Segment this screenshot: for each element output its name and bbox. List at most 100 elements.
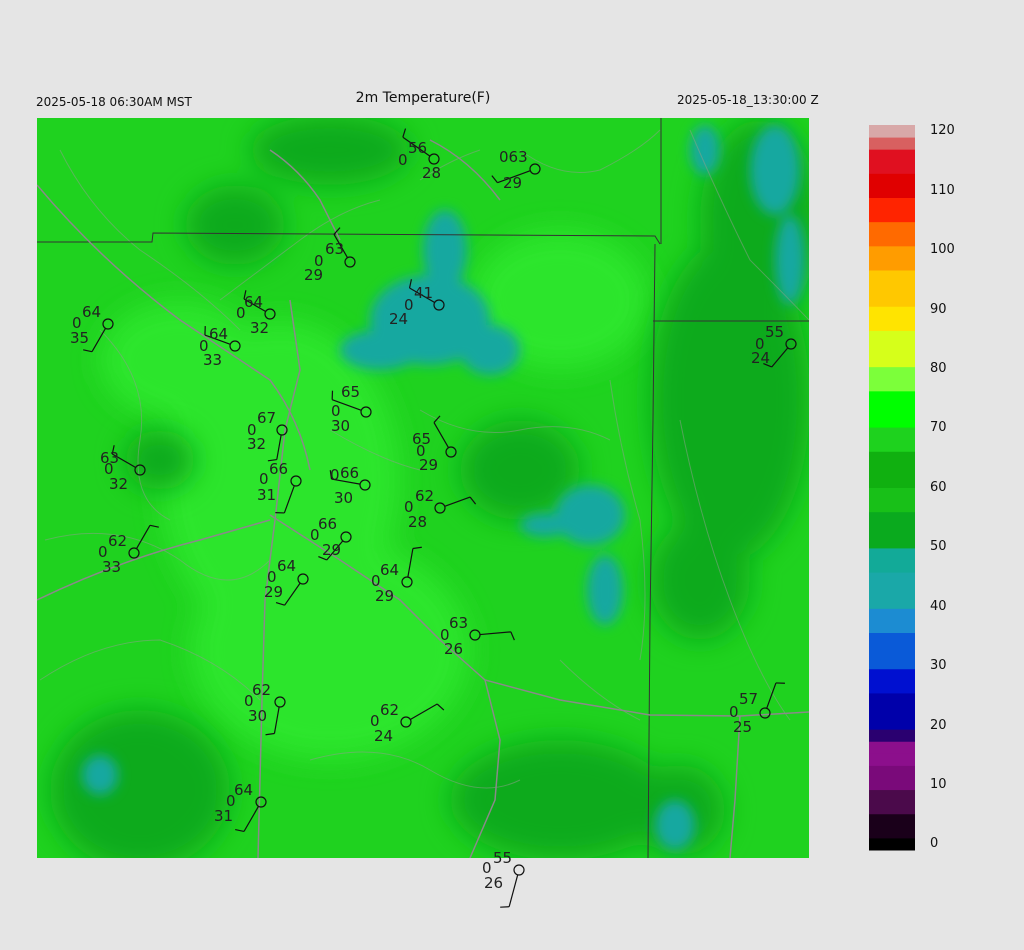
colorbar-band (869, 233, 915, 247)
colorbar-band (869, 294, 915, 307)
station-wind-speed: 0 (104, 460, 114, 478)
colorbar-band (869, 680, 915, 694)
colorbar-band (869, 692, 915, 706)
colorbar-band (869, 705, 915, 718)
colorbar-band (869, 789, 915, 803)
station-wind-speed: 0 (199, 337, 209, 355)
colorbar-tick-label: 70 (930, 420, 947, 435)
colorbar-band (869, 451, 915, 464)
colorbar-band (869, 330, 915, 343)
station-wind-speed: 0 (236, 304, 246, 322)
colorbar-band (869, 608, 915, 621)
station-temperature: 64 (234, 781, 253, 799)
colorbar-band (869, 221, 915, 235)
station-dewpoint: 29 (322, 541, 341, 559)
station-temperature: 64 (380, 561, 399, 579)
colorbar-band (869, 584, 915, 597)
colorbar-tick-label: 120 (930, 123, 955, 138)
colorbar-tick-label: 100 (930, 242, 955, 257)
colorbar-band (869, 777, 915, 791)
station-temperature: 55 (765, 323, 784, 341)
station-temperature: 63 (449, 614, 468, 632)
colorbar-band (869, 245, 915, 259)
colorbar-band (869, 342, 915, 356)
colorbar-band (869, 572, 915, 585)
colorbar-tick-label: 30 (930, 658, 947, 673)
station-temperature: 62 (108, 532, 127, 550)
colorbar-tick-label: 20 (930, 718, 947, 733)
station-wind-speed: 0 (98, 543, 108, 561)
station-temperature: 66 (318, 515, 337, 533)
station-wind-speed: 0 (416, 442, 426, 460)
station-wind-speed: 0 (314, 252, 324, 270)
station-wind-speed: 0 (244, 692, 254, 710)
colorbar-tick-label: 110 (930, 183, 955, 198)
colorbar-band (869, 620, 915, 633)
station-temperature: 62 (252, 681, 271, 699)
station-dewpoint: 28 (422, 164, 441, 182)
colorbar-tick-label: 40 (930, 599, 947, 614)
colorbar-band (869, 378, 915, 392)
colorbar-band (869, 801, 915, 815)
station-circle (513, 864, 525, 876)
colorbar-band (869, 729, 915, 742)
colorbar-band (869, 717, 915, 730)
station-wind-speed: 0 (482, 859, 492, 877)
colorbar-tick-label: 0 (930, 836, 939, 851)
colorbar-tick-label: 90 (930, 302, 947, 317)
station-temperature: 57 (739, 690, 758, 708)
colorbar-band (869, 741, 915, 754)
colorbar-band (869, 439, 915, 452)
colorbar-band (869, 596, 915, 609)
station-wind-speed: 0 (259, 470, 269, 488)
colorbar-tick-label: 10 (930, 777, 947, 792)
colorbar-band (869, 427, 915, 440)
station-wind-speed: 0 (404, 498, 414, 516)
colorbar-band (869, 668, 915, 682)
colorbar-band (869, 753, 915, 766)
colorbar-band (869, 402, 915, 416)
station-wind-speed: 0 (755, 335, 765, 353)
station-wind-speed: 0 (330, 466, 340, 484)
station-temperature: 55 (493, 849, 512, 867)
station-temperature: 063 (499, 148, 528, 166)
station-wind-speed: 0 (226, 792, 236, 810)
colorbar-band (869, 173, 915, 186)
station-wind-speed: 0 (331, 402, 341, 420)
colorbar-band (869, 487, 915, 501)
colorbar-band (869, 511, 915, 525)
colorbar-band (869, 825, 915, 839)
colorbar-band (869, 656, 915, 670)
station-dewpoint: 31 (257, 486, 276, 504)
station-temperature: 66 (269, 460, 288, 478)
colorbar-band (869, 354, 915, 368)
station-wind-speed: 0 (398, 151, 408, 169)
colorbar-tick-label: 80 (930, 361, 947, 376)
colorbar-band (869, 463, 915, 476)
station-dewpoint: 30 (334, 489, 353, 507)
colorbar-band (869, 209, 915, 223)
station-temperature: 64 (82, 303, 101, 321)
colorbar-tick-label: 50 (930, 539, 947, 554)
station-temperature: 67 (257, 409, 276, 427)
colorbar-band (869, 366, 915, 380)
colorbar-band (869, 197, 915, 211)
station-wind-speed: 0 (72, 314, 82, 332)
station-temperature: 64 (244, 293, 263, 311)
colorbar (869, 125, 915, 851)
colorbar-band (869, 257, 915, 271)
colorbar-band (869, 547, 915, 561)
station-wind-speed: 0 (310, 526, 320, 544)
colorbar-band (869, 318, 915, 331)
station-dewpoint: 29 (503, 174, 522, 192)
colorbar-tick-label: 60 (930, 480, 947, 495)
colorbar-band (869, 475, 915, 488)
station-temperature: 63 (325, 240, 344, 258)
station-temperature: 64 (209, 325, 228, 343)
colorbar-band (869, 137, 915, 150)
colorbar-band (869, 632, 915, 646)
station-temperature: 56 (408, 139, 427, 157)
station-temperature: 66 (340, 464, 359, 482)
station-temperature: 41 (414, 284, 433, 302)
station-wind-speed: 0 (371, 572, 381, 590)
